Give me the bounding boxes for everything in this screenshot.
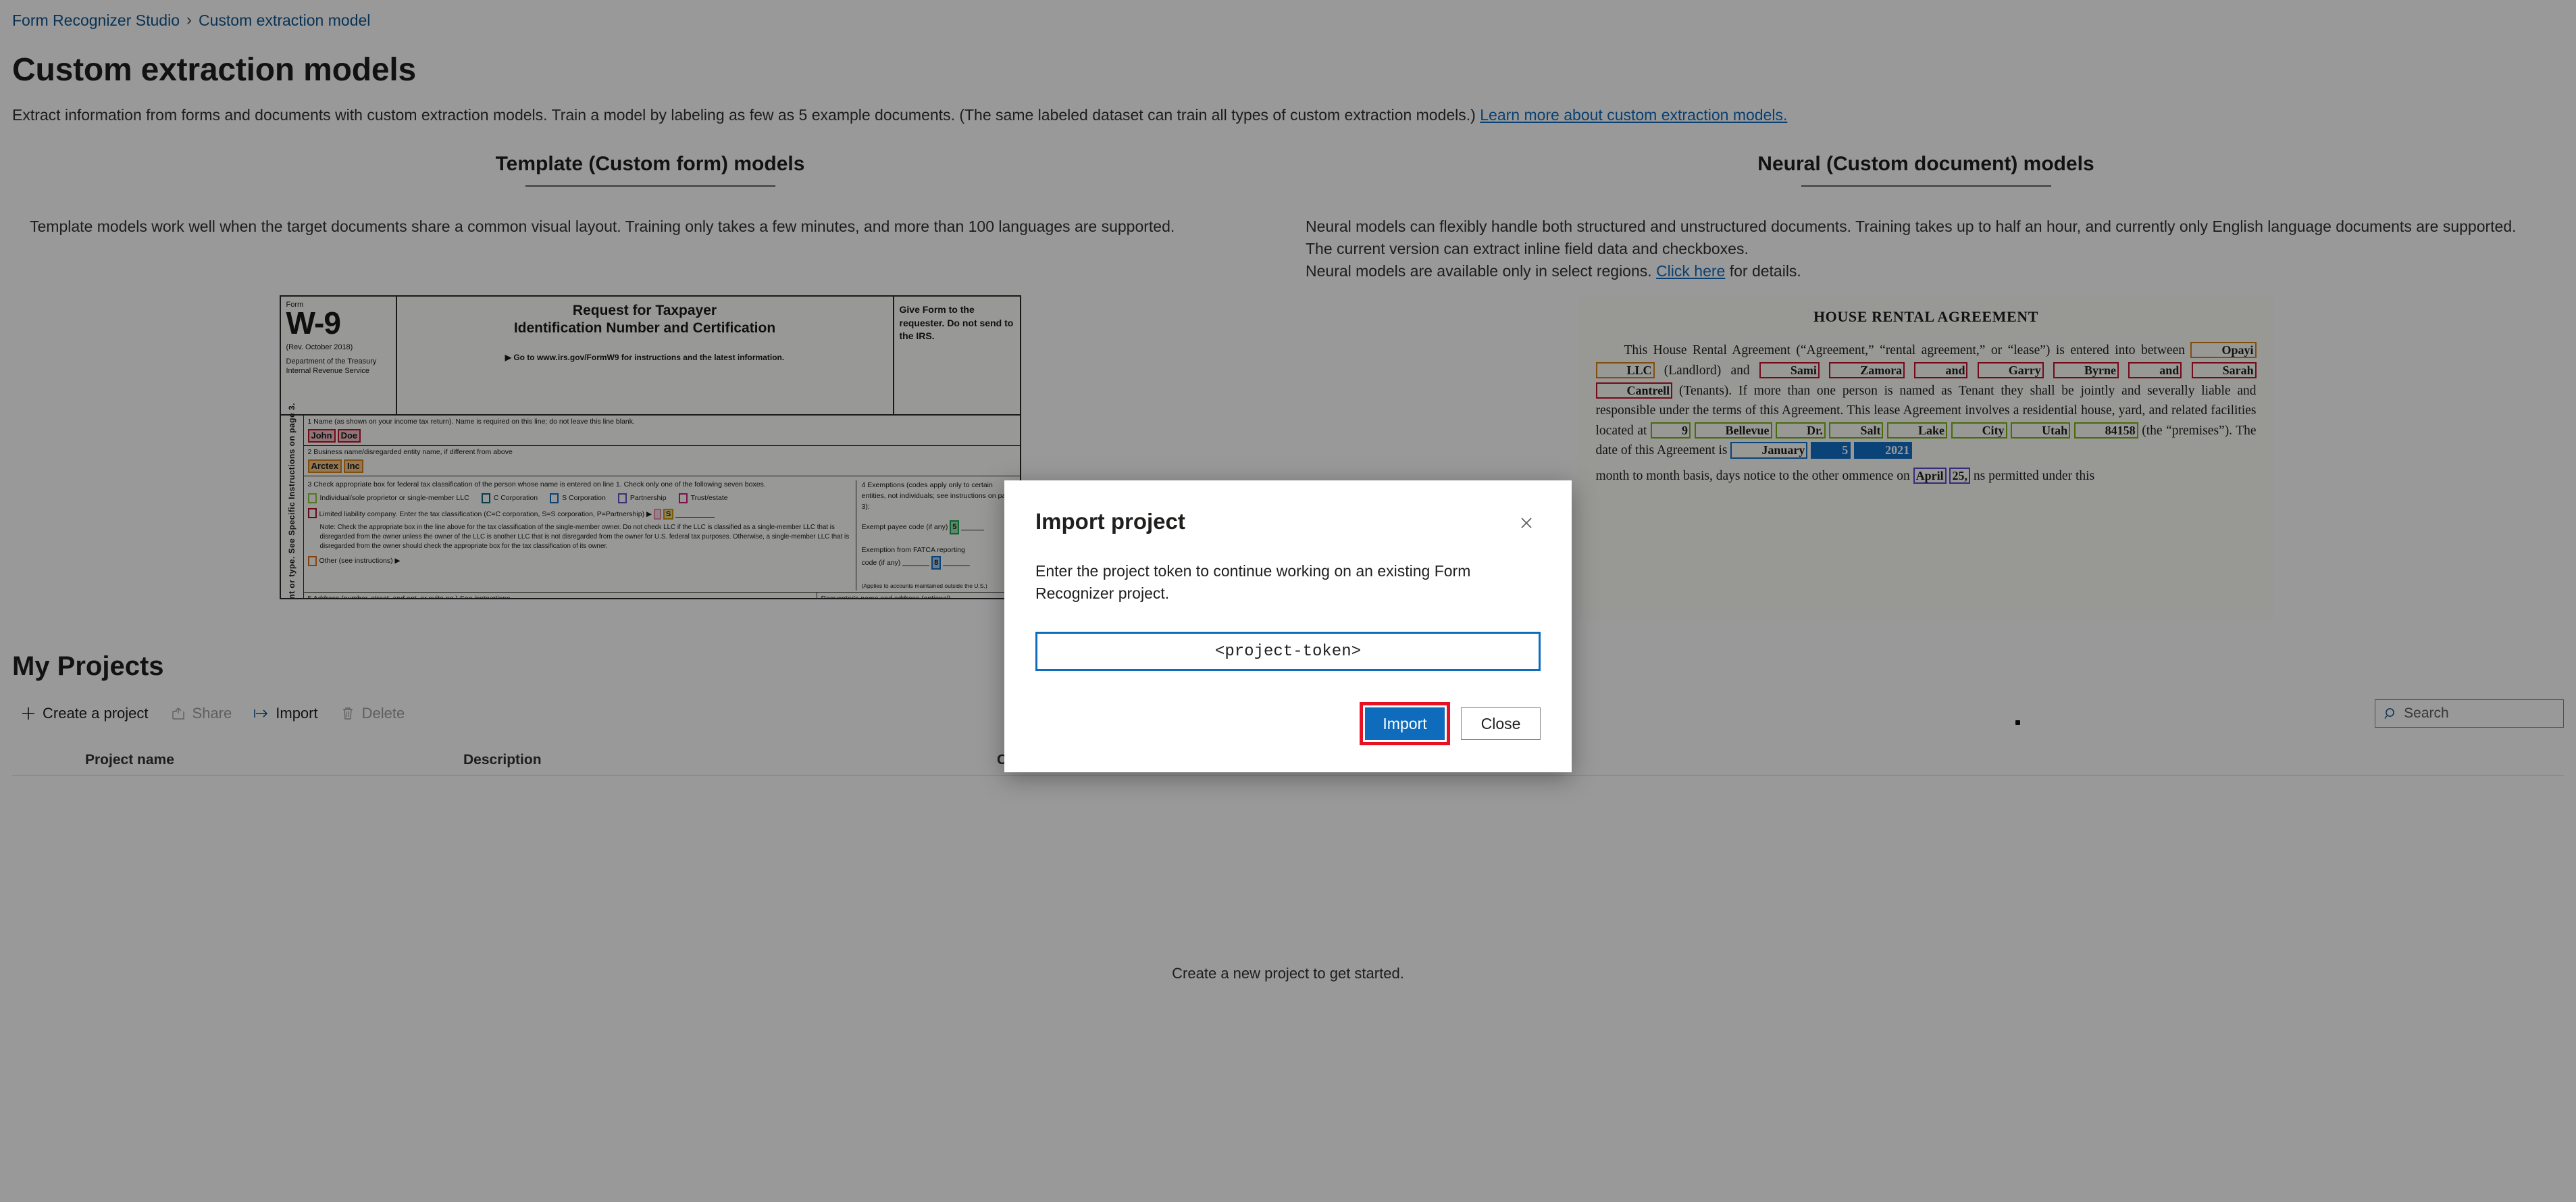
dialog-title: Import project (1035, 509, 1185, 534)
dialog-description: Enter the project token to continue work… (1035, 562, 1471, 603)
import-project-dialog: Import project Enter the project token t… (1004, 480, 1572, 773)
dialog-actions: Import Close (1035, 702, 1541, 746)
dialog-import-button[interactable]: Import (1365, 707, 1445, 741)
project-token-input[interactable] (1035, 632, 1541, 672)
dialog-header: Import project (1035, 509, 1541, 537)
close-icon[interactable] (1512, 509, 1541, 537)
import-button-highlight: Import (1360, 702, 1450, 746)
dialog-close-button[interactable]: Close (1461, 707, 1541, 741)
